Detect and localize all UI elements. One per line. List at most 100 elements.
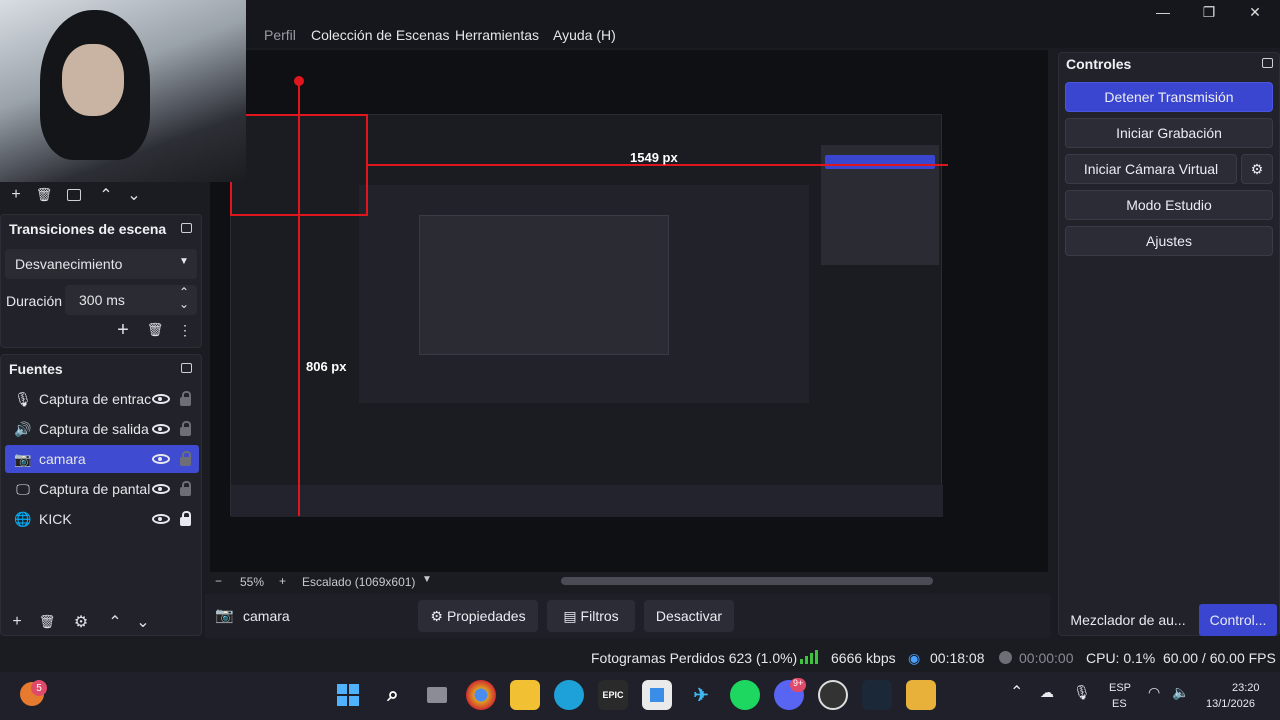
duration-value: 300 ms: [79, 292, 125, 308]
move-up-icon[interactable]: ⌃: [103, 611, 127, 633]
start-virtual-camera-button[interactable]: Iniciar Cámara Virtual: [1065, 154, 1237, 184]
microsoft-store-icon[interactable]: [642, 680, 672, 710]
tab-audio-mixer[interactable]: Mezclador de au...: [1060, 604, 1196, 636]
scale-mode[interactable]: Escalado (1069x601): [302, 575, 415, 589]
selection-bounding-box[interactable]: [230, 114, 368, 216]
move-up-icon[interactable]: ⌃: [94, 184, 118, 206]
transition-select[interactable]: Desvanecimiento ▼: [5, 249, 197, 279]
scale-dropdown-icon[interactable]: ▼: [422, 574, 432, 585]
menu-item-scene-collection[interactable]: Colección de Escenas: [311, 27, 450, 43]
close-button[interactable]: ✕: [1232, 0, 1278, 24]
sources-panel: Fuentes 🎙 Captura de entrac 🔊 Captura de…: [0, 354, 202, 636]
controls-undock-icon[interactable]: [1262, 58, 1273, 68]
tab-controls[interactable]: Control...: [1199, 604, 1277, 636]
eye-icon[interactable]: [152, 454, 170, 464]
chevron-up-icon[interactable]: ⌃: [1010, 682, 1023, 702]
remove-scene-icon[interactable]: 🗑: [32, 184, 56, 206]
search-icon[interactable]: ⌕: [378, 680, 408, 710]
move-down-icon[interactable]: ⌄: [122, 184, 146, 206]
language-top[interactable]: ESP: [1109, 682, 1131, 694]
eye-icon[interactable]: [152, 394, 170, 404]
clock-time[interactable]: 23:20: [1232, 682, 1260, 694]
lock-icon[interactable]: [180, 451, 191, 466]
signal-bars-icon: [800, 650, 818, 664]
cloud-icon[interactable]: ☁: [1040, 684, 1054, 701]
gear-icon[interactable]: ⚙: [69, 611, 93, 633]
windows-taskbar: 5 ⌕ EPIC ✈ 9+ ⌃ ☁ 🎙 ESP ES ◠ 🔈 23:20 13/…: [0, 672, 1280, 720]
lock-icon[interactable]: [180, 481, 191, 496]
file-explorer-icon[interactable]: [510, 680, 540, 710]
filter-icon: ▤: [563, 607, 577, 624]
spin-down-icon[interactable]: ⌄: [179, 297, 189, 311]
edge-icon[interactable]: [554, 680, 584, 710]
rotation-handle[interactable]: [294, 76, 304, 86]
lock-icon[interactable]: [180, 421, 191, 436]
camera-icon: 📷: [215, 607, 234, 624]
source-item-camera[interactable]: 📷 camara: [5, 445, 199, 473]
stop-streaming-button[interactable]: Detener Transmisión: [1065, 82, 1273, 112]
minimize-button[interactable]: —: [1140, 0, 1186, 24]
menu-item-help[interactable]: Ayuda (H): [553, 27, 616, 43]
measure-height-label: 806 px: [306, 359, 347, 374]
microphone-icon[interactable]: 🎙: [1073, 684, 1091, 701]
monitor-icon: 🖵: [16, 480, 30, 497]
lock-icon[interactable]: [180, 511, 191, 526]
preview-canvas[interactable]: 1549 px 806 px: [210, 50, 1048, 573]
eye-icon[interactable]: [152, 424, 170, 434]
filters-button[interactable]: ▤ Filtros: [547, 600, 635, 632]
scene-filters-icon[interactable]: [62, 184, 86, 206]
eye-icon[interactable]: [152, 484, 170, 494]
zoom-in-button[interactable]: +: [279, 574, 286, 588]
transitions-title: Transiciones de escena: [9, 221, 167, 237]
maximize-button[interactable]: ❐: [1186, 0, 1232, 24]
task-view-icon[interactable]: [422, 680, 452, 710]
bitrate: 6666 kbps: [831, 650, 896, 666]
remove-transition-icon[interactable]: 🗑: [143, 319, 167, 341]
record-time: 00:00:00: [1019, 650, 1074, 666]
lock-icon[interactable]: [180, 391, 191, 406]
add-scene-button[interactable]: +: [4, 184, 28, 206]
camera-icon: 📷: [14, 450, 32, 467]
source-name: camara: [39, 451, 86, 467]
source-item-audio-input[interactable]: 🎙 Captura de entrac: [5, 385, 199, 413]
duration-spinbox[interactable]: 300 ms ⌃ ⌄: [65, 285, 197, 315]
chrome-icon[interactable]: [466, 680, 496, 710]
spotify-icon[interactable]: [730, 680, 760, 710]
studio-mode-button[interactable]: Modo Estudio: [1065, 190, 1273, 220]
obs-icon[interactable]: [818, 680, 848, 710]
eye-icon[interactable]: [152, 514, 170, 524]
zoom-out-button[interactable]: −: [215, 574, 222, 588]
settings-button[interactable]: Ajustes: [1065, 226, 1273, 256]
browser-icon: 🌐: [14, 510, 32, 527]
add-transition-button[interactable]: +: [111, 319, 135, 341]
zoom-level: 55%: [240, 575, 265, 589]
steam-alt-icon[interactable]: ✈: [686, 680, 716, 710]
more-options-icon[interactable]: ⋮: [173, 319, 197, 341]
move-down-icon[interactable]: ⌄: [131, 611, 155, 633]
menu-item-profile[interactable]: Perfil: [264, 27, 296, 43]
start-recording-button[interactable]: Iniciar Grabación: [1065, 118, 1273, 148]
add-source-button[interactable]: +: [5, 611, 29, 633]
transitions-undock-icon[interactable]: [181, 223, 192, 233]
menu-item-tools[interactable]: Herramientas: [455, 27, 539, 43]
source-name: KICK: [39, 511, 72, 527]
sources-undock-icon[interactable]: [181, 363, 192, 373]
steam-icon[interactable]: [862, 680, 892, 710]
remove-source-icon[interactable]: 🗑: [35, 611, 59, 633]
fps: 60.00 / 60.00 FPS: [1163, 650, 1276, 666]
properties-button[interactable]: ⚙ Propiedades: [418, 600, 538, 632]
nested-taskbar: [231, 485, 943, 517]
preview-scrollbar[interactable]: [561, 577, 933, 585]
deactivate-button[interactable]: Desactivar: [644, 600, 734, 632]
source-item-audio-output[interactable]: 🔊 Captura de salida: [5, 415, 199, 443]
virtual-camera-settings-button[interactable]: ⚙: [1241, 154, 1273, 184]
volume-icon[interactable]: 🔈: [1172, 684, 1189, 701]
clock-date[interactable]: 13/1/2026: [1206, 698, 1255, 710]
wifi-icon[interactable]: ◠: [1148, 684, 1160, 701]
start-icon[interactable]: [333, 680, 363, 710]
source-item-kick[interactable]: 🌐 KICK: [5, 505, 199, 533]
source-item-screen-capture[interactable]: 🖵 Captura de pantal: [5, 475, 199, 503]
epic-games-icon[interactable]: EPIC: [598, 680, 628, 710]
game-icon[interactable]: [906, 680, 936, 710]
language-bottom[interactable]: ES: [1112, 698, 1127, 710]
